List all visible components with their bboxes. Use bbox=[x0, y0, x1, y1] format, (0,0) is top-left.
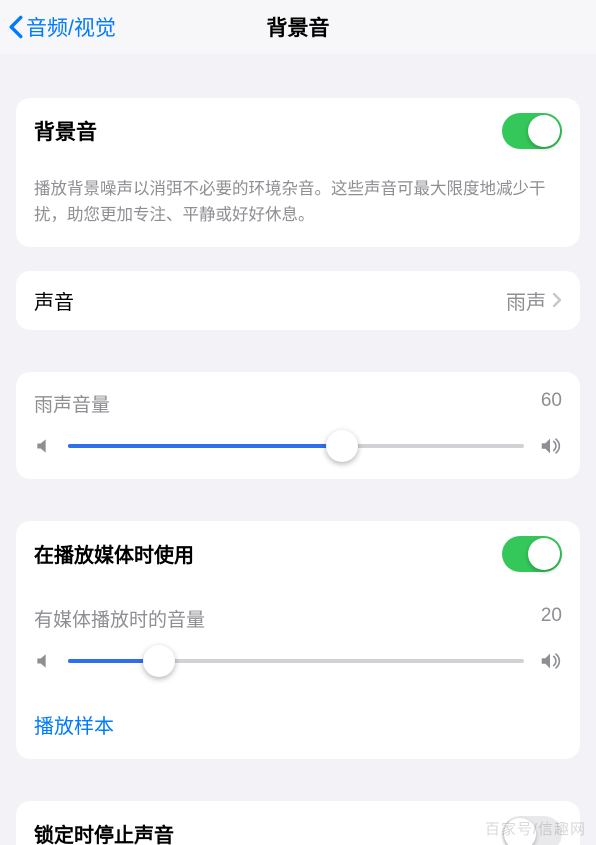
row-media-toggle: 在播放媒体时使用 bbox=[16, 521, 580, 587]
media-toggle-label: 在播放媒体时使用 bbox=[34, 539, 194, 568]
media-toggle-switch[interactable] bbox=[502, 536, 562, 572]
row-lock-toggle: 锁定时停止声音 bbox=[16, 801, 580, 845]
play-sample-link[interactable]: 播放样本 bbox=[16, 694, 580, 759]
media-volume-value: 20 bbox=[541, 605, 562, 632]
group-media: 在播放媒体时使用 有媒体播放时的音量 20 bbox=[16, 521, 580, 759]
group-sound-select: 声音 雨声 bbox=[16, 271, 580, 330]
volume-high-icon bbox=[538, 435, 562, 457]
lock-toggle-switch[interactable] bbox=[502, 816, 562, 845]
background-sound-label: 背景音 bbox=[34, 116, 97, 146]
media-volume-label: 有媒体播放时的音量 bbox=[34, 605, 205, 632]
volume-slider-fill bbox=[68, 444, 342, 448]
sound-value-wrap: 雨声 bbox=[506, 286, 562, 315]
media-volume-slider[interactable] bbox=[68, 659, 524, 663]
lock-toggle-label: 锁定时停止声音 bbox=[34, 819, 174, 845]
chevron-right-icon bbox=[552, 292, 562, 308]
row-background-sound-toggle: 背景音 bbox=[16, 98, 580, 164]
volume-slider-thumb[interactable] bbox=[326, 430, 358, 462]
switch-knob bbox=[528, 538, 560, 570]
volume-slider[interactable] bbox=[68, 444, 524, 448]
sound-label: 声音 bbox=[34, 286, 74, 315]
volume-high-icon bbox=[538, 650, 562, 672]
switch-knob bbox=[528, 115, 560, 147]
group-main-toggle: 背景音 播放背景噪声以消弭不必要的环境杂音。这些声音可最大限度地减少干扰，助您更… bbox=[16, 98, 580, 247]
row-sound-select[interactable]: 声音 雨声 bbox=[16, 271, 580, 330]
switch-knob bbox=[504, 818, 536, 845]
nav-header: 音频/视觉 背景音 bbox=[0, 0, 596, 54]
sound-value: 雨声 bbox=[506, 286, 546, 315]
volume-value: 60 bbox=[541, 390, 562, 417]
group-lock: 锁定时停止声音 启用时，背景音在 iPad 锁定时将会停止。 bbox=[16, 801, 580, 845]
media-volume-thumb[interactable] bbox=[143, 645, 175, 677]
chevron-left-icon bbox=[8, 15, 24, 39]
back-button[interactable]: 音频/视觉 bbox=[8, 12, 116, 42]
background-sound-description: 播放背景噪声以消弭不必要的环境杂音。这些声音可最大限度地减少干扰，助您更加专注、… bbox=[16, 164, 580, 247]
background-sound-switch[interactable] bbox=[502, 113, 562, 149]
group-volume: 雨声音量 60 bbox=[16, 372, 580, 479]
volume-label: 雨声音量 bbox=[34, 390, 110, 417]
back-label: 音频/视觉 bbox=[26, 12, 116, 42]
volume-low-icon bbox=[34, 436, 54, 456]
media-volume-block: 有媒体播放时的音量 20 bbox=[16, 587, 580, 694]
volume-slider-block: 雨声音量 60 bbox=[16, 372, 580, 479]
volume-low-icon bbox=[34, 651, 54, 671]
